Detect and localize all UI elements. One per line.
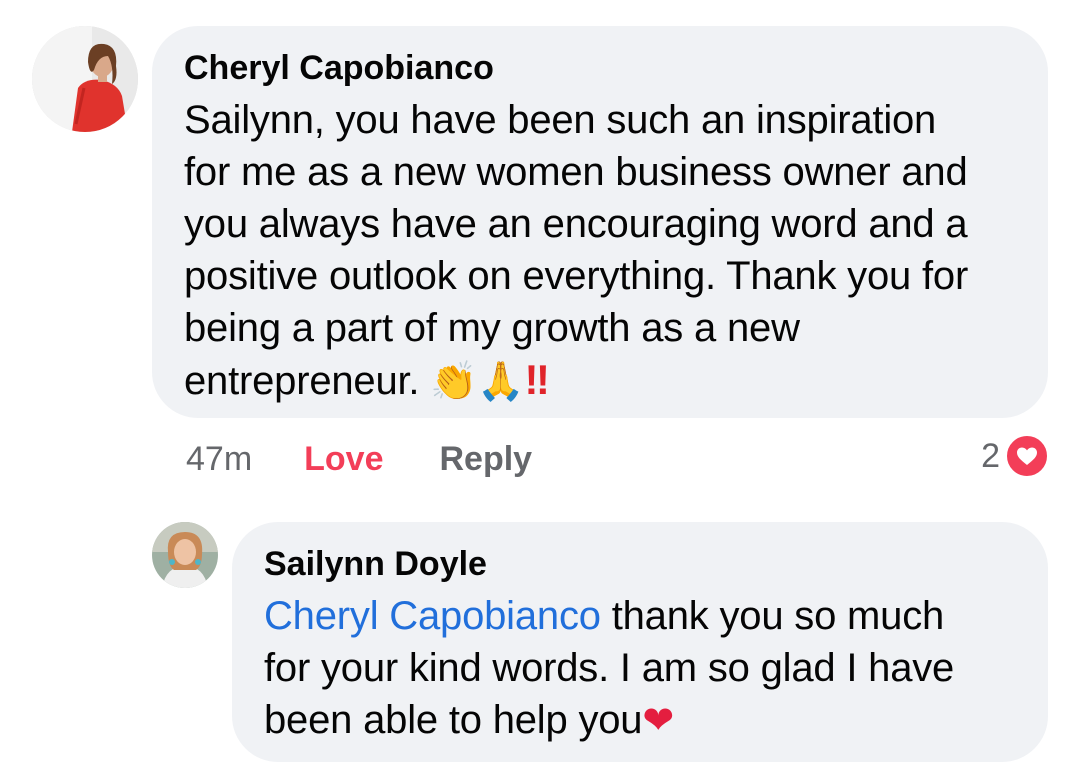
profile-photo-icon <box>32 26 138 132</box>
clapping-hands-icon: 👏 <box>430 359 478 403</box>
reply-button[interactable]: Reply <box>440 440 533 479</box>
mention-link[interactable]: Cheryl Capobianco <box>264 594 601 638</box>
reply-line: thank you so much <box>600 594 945 638</box>
reply-line: for your kind words. I am so glad I have <box>264 646 955 690</box>
comment-author-name[interactable]: Cheryl Capobianco <box>184 48 1016 88</box>
reply-author-name[interactable]: Sailynn Doyle <box>264 544 1016 584</box>
reply-line: been able to help you <box>264 698 643 742</box>
reply-last-line: been able to help you❤ <box>264 694 1016 746</box>
comment-line: Sailynn, you have been such an inspirati… <box>184 98 937 142</box>
avatar-cheryl-capobianco[interactable] <box>32 26 138 132</box>
comment-line: you always have an encouraging word and … <box>184 202 968 246</box>
comment-timestamp[interactable]: 47m <box>186 440 252 479</box>
reaction-count: 2 <box>981 436 1000 475</box>
profile-photo-icon <box>152 522 218 588</box>
love-reaction-button[interactable]: Love <box>304 440 383 479</box>
reply-first-line: Cheryl Capobianco thank you so much <box>264 590 1016 642</box>
comment-last-line: entrepreneur. 👏🙏‼ <box>184 354 1016 407</box>
comment-line: entrepreneur. <box>184 359 420 403</box>
reply-bubble: Sailynn Doyle Cheryl Capobianco thank yo… <box>232 522 1048 762</box>
comment-body: Sailynn, you have been such an inspirati… <box>184 94 1016 407</box>
comment-actions: 47m Love Reply <box>186 436 532 482</box>
comment-line: being a part of my growth as a new <box>184 306 800 350</box>
avatar-sailynn-doyle[interactable] <box>152 522 218 588</box>
folded-hands-icon: 🙏 <box>477 359 525 403</box>
comment-bubble: Cheryl Capobianco Sailynn, you have been… <box>152 26 1048 418</box>
double-exclamation-icon: ‼ <box>524 356 550 403</box>
love-icon <box>1004 433 1050 479</box>
comment-line: positive outlook on everything. Thank yo… <box>184 254 969 298</box>
comment-line: for me as a new women business owner and <box>184 150 968 194</box>
reaction-summary[interactable]: 2 <box>981 432 1050 480</box>
reply-body: Cheryl Capobianco thank you so much for … <box>264 590 1016 746</box>
red-heart-icon: ❤ <box>642 698 674 742</box>
